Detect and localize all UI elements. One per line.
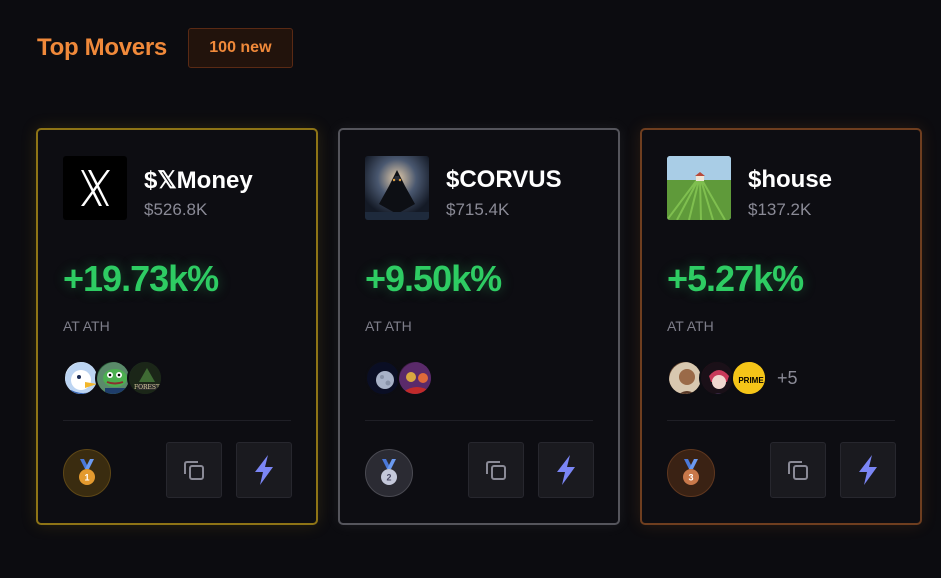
ath-status: AT ATH: [365, 318, 412, 334]
holder-avatars: [365, 360, 443, 396]
market-cap: $137.2K: [748, 200, 812, 219]
section-title: Top Movers: [37, 34, 167, 61]
price-change: +5.27k%: [667, 258, 804, 299]
quick-buy-button[interactable]: [538, 442, 594, 498]
card-divider: [365, 420, 593, 421]
market-cap: $526.8K: [144, 200, 208, 219]
token-name: $CORVUS: [446, 166, 562, 193]
section-header: Top Movers 100 new: [37, 28, 293, 68]
house-field-logo-icon: [667, 156, 731, 220]
card-divider: [63, 420, 291, 421]
copy-button[interactable]: [468, 442, 524, 498]
market-cap: $715.4K: [446, 200, 510, 219]
copy-button[interactable]: [770, 442, 826, 498]
copy-icon: [788, 461, 808, 480]
more-holders-count[interactable]: +5: [777, 368, 798, 389]
token-name: $house: [748, 166, 833, 193]
token-card[interactable]: $CORVUS $715.4K +9.50k% AT ATH 2: [338, 128, 620, 525]
x-logo-icon: [63, 156, 127, 220]
lightning-icon: [255, 455, 273, 485]
rank-number: 1: [84, 473, 89, 483]
ath-status: AT ATH: [63, 318, 110, 334]
copy-button[interactable]: [166, 442, 222, 498]
copy-icon: [184, 461, 204, 480]
portrait-avatar[interactable]: [667, 360, 703, 396]
lightning-icon: [557, 455, 575, 485]
card-divider: [667, 420, 895, 421]
bronze-medal-icon: 3: [667, 449, 715, 497]
top-movers-list: $𝕏Money $526.8K +19.73k% AT ATH FOREST 1…: [36, 128, 922, 525]
rank-number: 2: [386, 473, 391, 483]
quick-buy-button[interactable]: [236, 442, 292, 498]
token-card[interactable]: $𝕏Money $526.8K +19.73k% AT ATH FOREST 1: [36, 128, 318, 525]
rank-number: 3: [688, 473, 693, 483]
duck-avatar[interactable]: [63, 360, 99, 396]
quick-buy-button[interactable]: [840, 442, 896, 498]
anime-avatar[interactable]: [699, 360, 735, 396]
price-change: +9.50k%: [365, 258, 502, 299]
new-count-badge[interactable]: 100 new: [187, 28, 293, 68]
holder-avatars: PRIME +5: [667, 360, 798, 396]
raven-logo-icon: [365, 156, 429, 220]
token-card[interactable]: $house $137.2K +5.27k% AT ATH PRIME +5 3: [640, 128, 922, 525]
forest-avatar[interactable]: FOREST: [127, 360, 163, 396]
gold-medal-icon: 1: [63, 449, 111, 497]
price-change: +19.73k%: [63, 258, 219, 299]
pepe-avatar[interactable]: [95, 360, 131, 396]
silver-medal-icon: 2: [365, 449, 413, 497]
token-name: $𝕏Money: [144, 167, 253, 194]
svg-text:FOREST: FOREST: [134, 384, 160, 391]
ath-status: AT ATH: [667, 318, 714, 334]
prime-avatar[interactable]: PRIME: [731, 360, 767, 396]
holder-avatars: FOREST: [63, 360, 173, 396]
moon-avatar[interactable]: [365, 360, 401, 396]
prime-label: PRIME: [738, 376, 764, 385]
crowd-avatar[interactable]: [397, 360, 433, 396]
lightning-icon: [859, 455, 877, 485]
copy-icon: [486, 461, 506, 480]
